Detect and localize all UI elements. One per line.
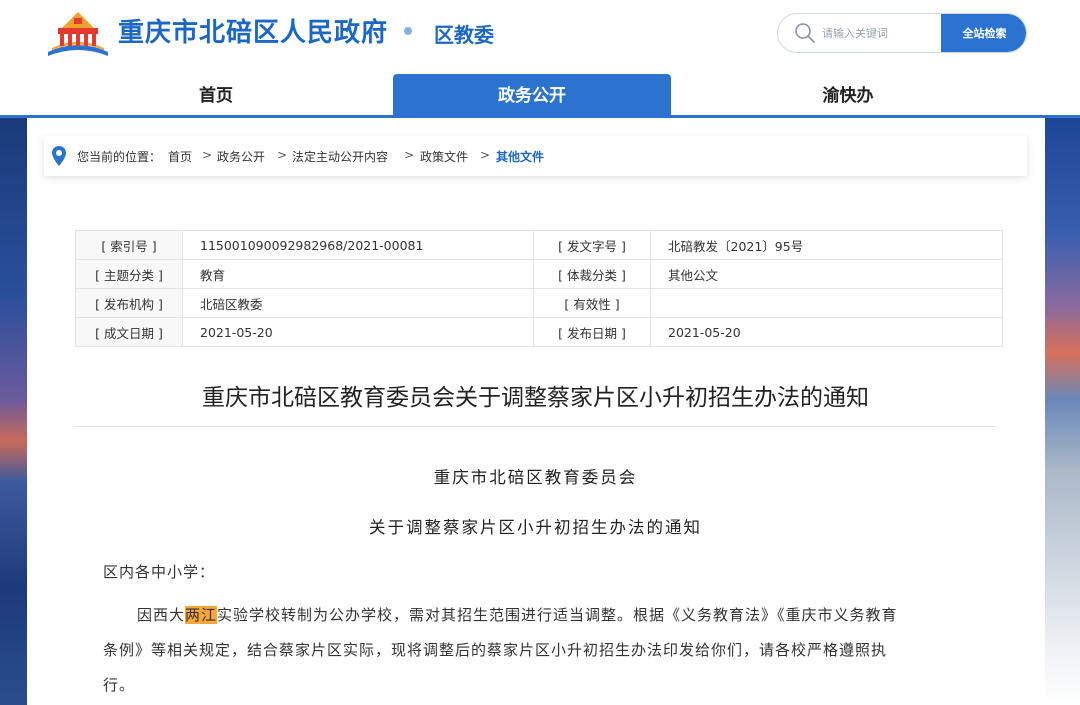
breadcrumb-separator: > bbox=[202, 148, 213, 162]
table-row: [ 主题分类 ] 教育 [ 体裁分类 ] 其他公文 bbox=[75, 259, 1003, 289]
meta-value: 教育 bbox=[182, 259, 534, 289]
document-salutation: 区内各中小学： bbox=[103, 563, 216, 581]
breadcrumb-item-gov-affairs[interactable]: 政务公开 bbox=[217, 148, 265, 165]
paragraph-text: 因西大 bbox=[137, 606, 186, 624]
document-heading-issuer: 重庆市北碚区教育委员会 bbox=[433, 468, 638, 487]
document-body-paragraph: 因西大两江实验学校转制为公办学校，需对其招生范围进行适当调整。根据《义务教育法》… bbox=[103, 598, 1003, 703]
meta-label: [ 有效性 ] bbox=[533, 288, 651, 318]
meta-value: 北碚教发〔2021〕95号 bbox=[650, 230, 1003, 260]
paragraph-line: 因西大两江实验学校转制为公办学校，需对其招生范围进行适当调整。根据《义务教育法》… bbox=[103, 598, 1003, 633]
breadcrumb-separator: > bbox=[277, 148, 288, 162]
breadcrumb-separator: > bbox=[404, 148, 415, 162]
main-nav: 首页 政务公开 渝快办 bbox=[0, 74, 1080, 118]
meta-value: 11500109009298296​8/2021-00081 bbox=[182, 230, 534, 260]
meta-label: [ 成文日期 ] bbox=[75, 317, 183, 347]
meta-label: [ 索引号 ] bbox=[75, 230, 183, 260]
site-search-button[interactable]: 全站检索 bbox=[941, 14, 1026, 52]
meta-label: [ 主题分类 ] bbox=[75, 259, 183, 289]
breadcrumb-prefix: 您当前的位置： bbox=[77, 150, 162, 164]
meta-value: 2021-05-20 bbox=[182, 317, 534, 347]
search-box: 全站检索 bbox=[777, 13, 1027, 53]
breadcrumb-item-home[interactable]: 首页 bbox=[168, 148, 192, 165]
breadcrumb-item-policy[interactable]: 政策文件 bbox=[420, 148, 468, 165]
document-title: 重庆市北碚区教育委员会关于调整蔡家片区小升初招生办法的通知 bbox=[202, 385, 869, 411]
breadcrumb: 您当前的位置： 首页 > 政务公开 > 法定主动公开内容 > 政策文件 > 其他… bbox=[44, 136, 1027, 176]
meta-value: 2021-05-20 bbox=[650, 317, 1003, 347]
meta-value bbox=[650, 288, 1003, 318]
site-title[interactable]: 重庆市北碚区人民政府 bbox=[118, 12, 388, 49]
table-row: [ 索引号 ] 11500109009298296​8/2021-00081 [… bbox=[75, 230, 1003, 260]
background-image-left bbox=[0, 118, 27, 705]
title-divider bbox=[75, 426, 996, 427]
document-metadata-table: [ 索引号 ] 11500109009298296​8/2021-00081 [… bbox=[75, 230, 1003, 347]
location-pin-icon bbox=[52, 146, 66, 166]
breadcrumb-item-statutory[interactable]: 法定主动公开内容 bbox=[292, 148, 388, 165]
breadcrumb-separator: > bbox=[480, 148, 491, 162]
table-row: [ 发布机构 ] 北碚区教委 [ 有效性 ] bbox=[75, 288, 1003, 318]
content-panel: 您当前的位置： 首页 > 政务公开 > 法定主动公开内容 > 政策文件 > 其他… bbox=[27, 118, 1045, 705]
site-header: 重庆市北碚区人民政府 区教委 全站检索 bbox=[0, 0, 1080, 72]
document-heading-subject: 关于调整蔡家片区小升初招生办法的通知 bbox=[369, 518, 702, 537]
meta-label: [ 发布日期 ] bbox=[533, 317, 651, 347]
search-highlight: 两江 bbox=[185, 606, 218, 624]
title-separator-dot bbox=[404, 27, 412, 35]
meta-label: [ 体裁分类 ] bbox=[533, 259, 651, 289]
paragraph-line: 行。 bbox=[103, 676, 136, 694]
breadcrumb-item-other-docs[interactable]: 其他文件 bbox=[496, 148, 544, 165]
meta-label: [ 发布机构 ] bbox=[75, 288, 183, 318]
paragraph-line: 条例》等相关规定，结合蔡家片区实际，现将调整后的蔡家片区小升初招生办法印发给你们… bbox=[103, 641, 888, 659]
table-row: [ 成文日期 ] 2021-05-20 [ 发布日期 ] 2021-05-20 bbox=[75, 317, 1003, 347]
paragraph-text: 实验学校转制为公办学校，需对其招生范围进行适当调整。根据《义务教育法》《重庆市义… bbox=[217, 606, 898, 624]
nav-item-home[interactable]: 首页 bbox=[110, 74, 322, 115]
meta-value: 其他公文 bbox=[650, 259, 1003, 289]
search-input[interactable] bbox=[822, 22, 938, 44]
search-icon bbox=[795, 23, 815, 43]
government-logo-icon[interactable] bbox=[44, 8, 112, 58]
background-image-right bbox=[1045, 118, 1080, 705]
department-title[interactable]: 区教委 bbox=[434, 19, 494, 48]
meta-value: 北碚区教委 bbox=[182, 288, 534, 318]
meta-label: [ 发文字号 ] bbox=[533, 230, 651, 260]
nav-item-gov-affairs[interactable]: 政务公开 bbox=[393, 74, 671, 115]
nav-item-yukuaiban[interactable]: 渝快办 bbox=[740, 74, 956, 115]
